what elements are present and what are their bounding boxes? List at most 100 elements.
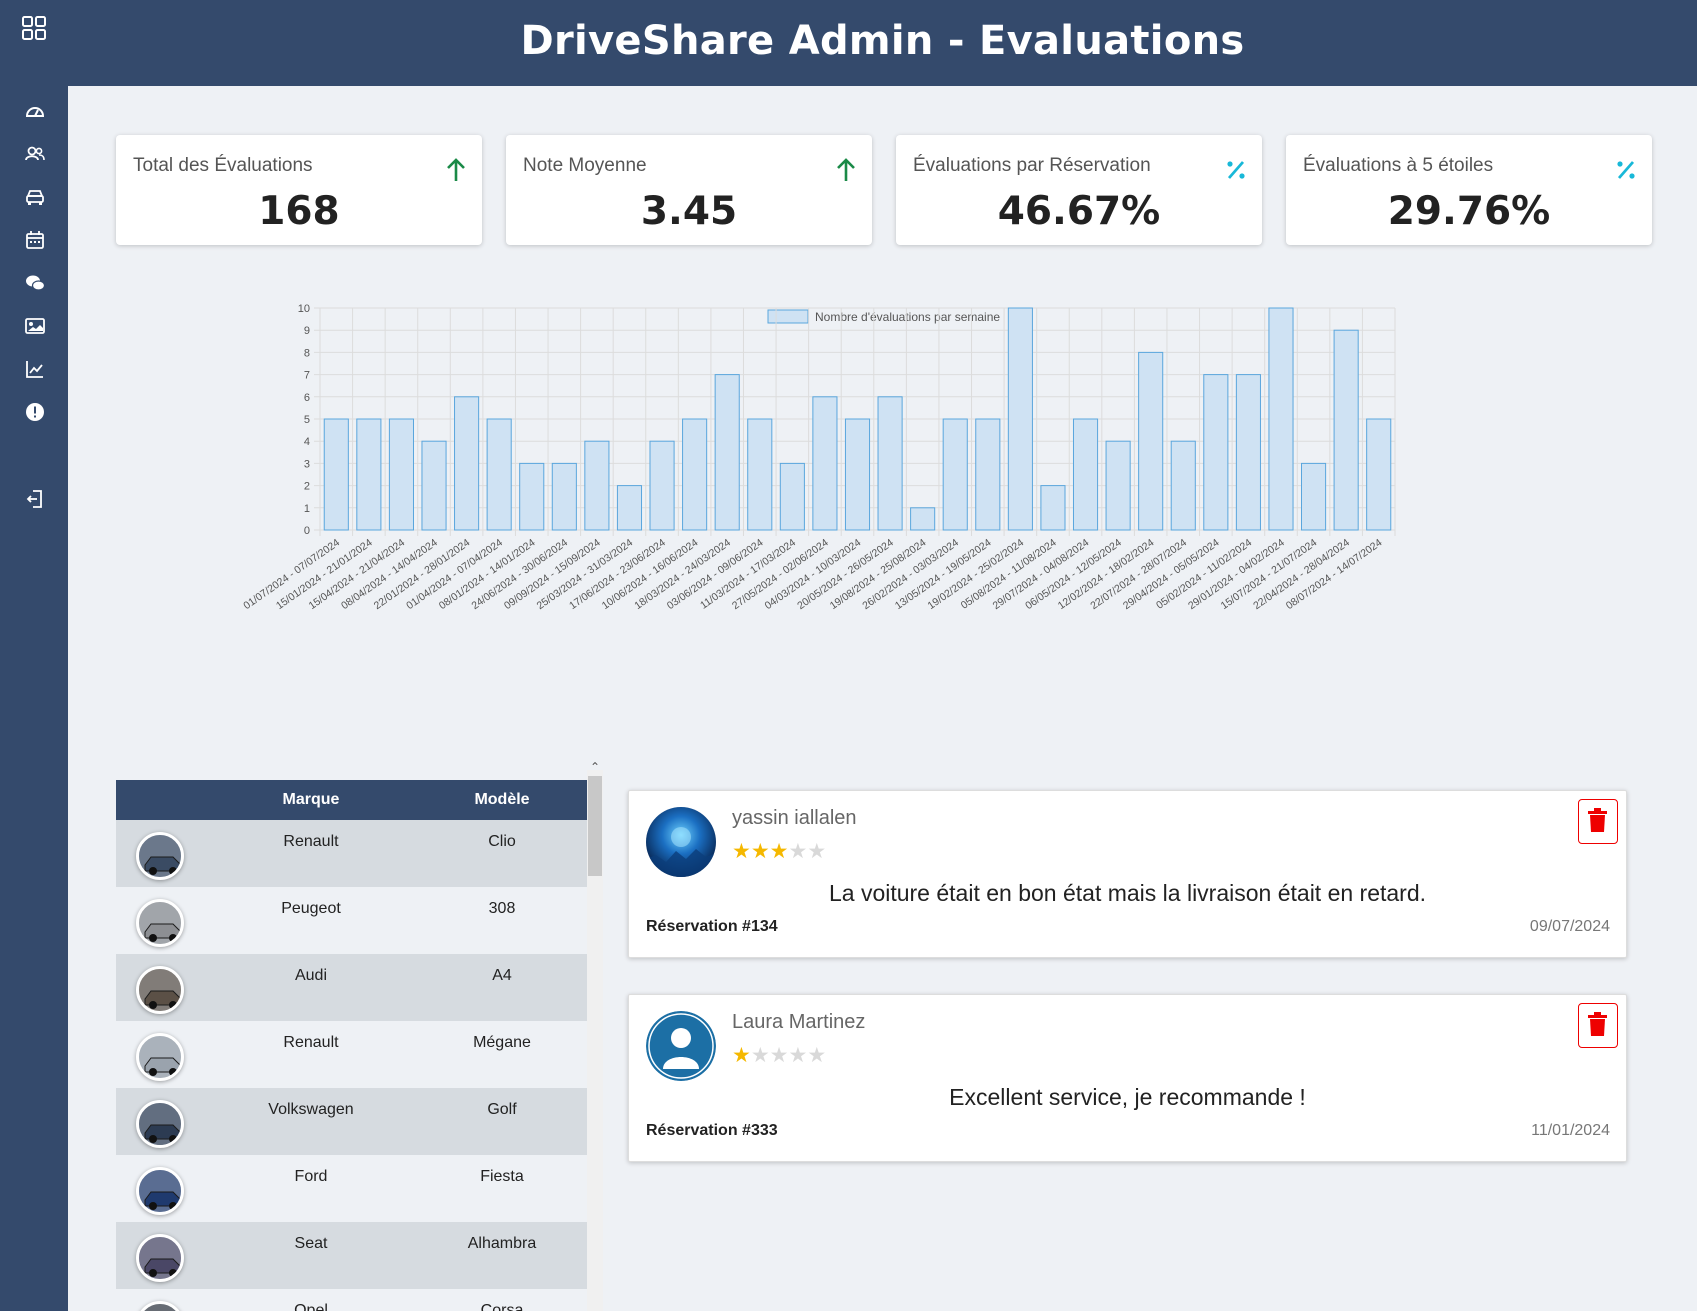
reviewer-name: yassin iallalen [732,807,857,829]
gallery-icon[interactable] [24,315,46,337]
column-header-brand[interactable]: Marque [216,791,406,809]
kpi-value: 3.45 [640,189,738,234]
chart-bar[interactable] [421,440,447,531]
kpi-value: 168 [258,189,340,234]
avatar [646,1011,716,1081]
chart-bar[interactable] [975,418,1001,531]
chart-bar[interactable] [356,418,382,531]
users-icon[interactable] [24,143,46,165]
reservation-link[interactable]: Réservation #333 [646,1122,778,1140]
cell-brand: Volkswagen [268,1101,354,1118]
alert-icon[interactable] [24,401,46,423]
star-rating: ★★★★★ [732,1043,826,1068]
delete-button[interactable] [1578,1003,1618,1048]
star-empty-icon: ★ [769,1044,789,1067]
logout-icon[interactable] [24,488,46,510]
kpi-value: 46.67% [997,189,1161,234]
weekly-evaluations-chart: Nombre d'évaluations par semaine 0 1 2 3 4 5 6… [240,300,1520,680]
chart-bar[interactable] [1333,329,1359,531]
chart-bar[interactable] [812,396,838,531]
chart-bar[interactable] [1301,462,1327,531]
star-empty-icon: ★ [750,1044,770,1067]
y-tick-label: 0 [304,525,310,537]
star-rating: ★★★★★ [732,839,826,864]
page-title: DriveShare Admin - Evaluations [520,18,1245,64]
chart-bar[interactable] [584,440,610,531]
kpi-label: Évaluations par Réservation [913,155,1151,176]
chart-line-icon[interactable] [24,358,46,380]
dashboard-icon[interactable] [24,100,46,122]
chart-bar[interactable] [682,418,708,531]
y-tick-label: 6 [304,392,310,404]
kpi-card-total-evaluations: Total des Évaluations 168 [116,135,482,245]
table-row[interactable]: Seat Alhambra [116,1222,587,1289]
legend-swatch [767,309,809,324]
chart-bar[interactable] [616,485,643,531]
reviewer-name: Laura Martinez [732,1011,866,1033]
delete-button[interactable] [1578,799,1618,844]
column-header-model[interactable]: Modèle [407,791,597,809]
y-tick-label: 5 [304,414,310,426]
kpi-card-evaluations-per-reservation: Évaluations par Réservation 46.67% [896,135,1262,245]
chart-bar[interactable] [1105,440,1131,531]
legend-label[interactable]: Nombre d'évaluations par semaine [815,310,1000,324]
chart-bar[interactable] [1268,307,1294,531]
car-thumbnail [136,1167,184,1215]
chart-bar[interactable] [714,374,740,531]
chart-bar[interactable] [486,418,512,531]
table-row[interactable]: Volkswagen Golf [116,1088,587,1155]
cell-model: Mégane [473,1034,531,1051]
chart-bar[interactable] [1072,418,1099,531]
review-comment: Excellent service, je recommande ! [949,1084,1306,1110]
review-date: 11/01/2024 [1531,1122,1610,1139]
chart-bar[interactable] [1366,418,1392,531]
chart-bar[interactable] [551,462,577,531]
chart-bar[interactable] [1007,307,1033,531]
chart-bar[interactable] [910,507,936,531]
table-header: Marque Modèle [116,780,587,820]
table-row[interactable]: Ford Fiesta [116,1155,587,1222]
chart-bar[interactable] [844,418,871,531]
y-tick-label: 7 [304,370,310,382]
chart-bar[interactable] [1170,440,1196,531]
scrollbar-thumb[interactable] [588,776,602,876]
kpi-label: Total des Évaluations [133,155,313,176]
calendar-icon[interactable] [24,229,46,251]
chart-bar[interactable] [519,462,545,531]
kpi-label: Note Moyenne [523,155,647,176]
chart-bar[interactable] [323,418,349,531]
table-row[interactable]: Renault Clio [116,820,587,887]
y-tick-label: 1 [304,503,310,515]
table-row[interactable]: Renault Mégane [116,1021,587,1088]
chart-bar[interactable] [1138,351,1164,531]
table-row[interactable]: Peugeot 308 [116,887,587,954]
car-thumbnail [136,1033,184,1081]
cell-brand: Seat [294,1235,328,1252]
chart-bar[interactable] [747,418,773,531]
chat-icon[interactable] [24,272,46,294]
car-thumbnail [136,966,184,1014]
table-row[interactable]: Audi A4 [116,954,587,1021]
avatar [646,807,716,877]
reservation-link[interactable]: Réservation #134 [646,918,778,936]
kpi-card-five-star-evaluations: Évaluations à 5 étoiles 29.76% [1286,135,1652,245]
chart-bar[interactable] [649,440,675,531]
chart-bar[interactable] [1203,374,1229,531]
car-thumbnail [136,832,184,880]
chart-bar[interactable] [1040,485,1066,531]
review-comment: La voiture était en bon état mais la liv… [828,880,1427,906]
chart-bar[interactable] [388,418,414,531]
chart-bar[interactable] [779,462,805,531]
star-filled-icon: ★ [732,1044,751,1067]
chart-bar[interactable] [942,418,968,531]
chart-bar[interactable] [1235,374,1261,531]
table-row[interactable]: Opel Corsa [116,1289,587,1311]
scroll-up-arrow-icon[interactable]: ⌃ [587,760,603,774]
y-tick-label: 10 [298,303,310,315]
y-tick-label: 8 [304,347,310,359]
review-card: yassin iallalen ★★★★★ La voiture était e… [628,790,1627,958]
car-icon[interactable] [24,186,46,208]
grid-menu-icon[interactable] [20,14,48,42]
chart-bar[interactable] [877,396,903,531]
chart-bar[interactable] [454,396,480,531]
